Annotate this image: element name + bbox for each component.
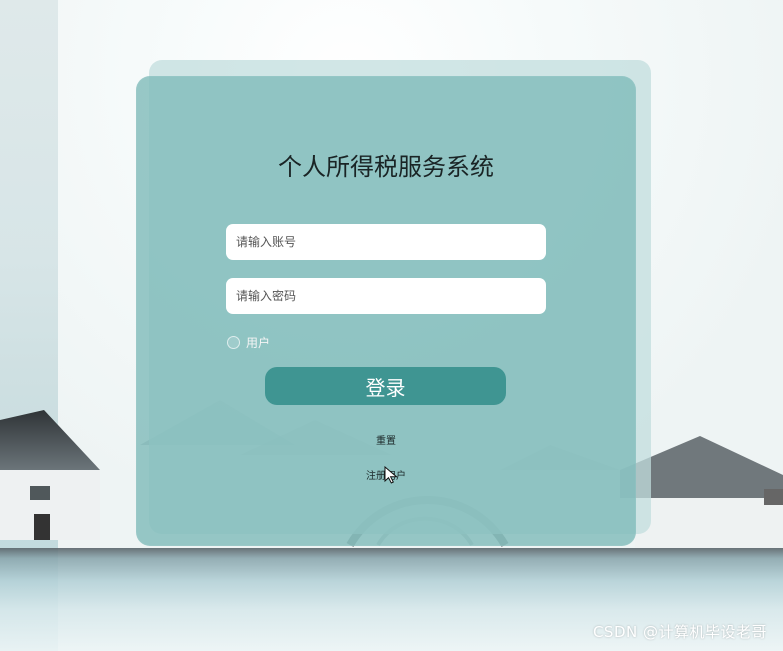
reset-button[interactable]: 重置	[136, 432, 636, 447]
radio-icon[interactable]	[227, 336, 240, 349]
csdn-watermark: CSDN @计算机毕设老哥	[592, 623, 767, 641]
right-house-window	[764, 489, 783, 505]
login-button[interactable]: 登录	[265, 367, 506, 405]
left-house-window	[30, 486, 50, 500]
password-input[interactable]	[226, 278, 546, 314]
page-title: 个人所得税服务系统	[278, 153, 494, 181]
role-option-user[interactable]: 用户	[227, 334, 270, 351]
right-house-wall	[635, 498, 783, 550]
left-house-door	[34, 514, 50, 540]
account-input[interactable]	[226, 224, 546, 260]
role-label: 用户	[246, 336, 271, 350]
left-house-roof	[0, 410, 100, 470]
cursor-icon	[384, 466, 398, 484]
